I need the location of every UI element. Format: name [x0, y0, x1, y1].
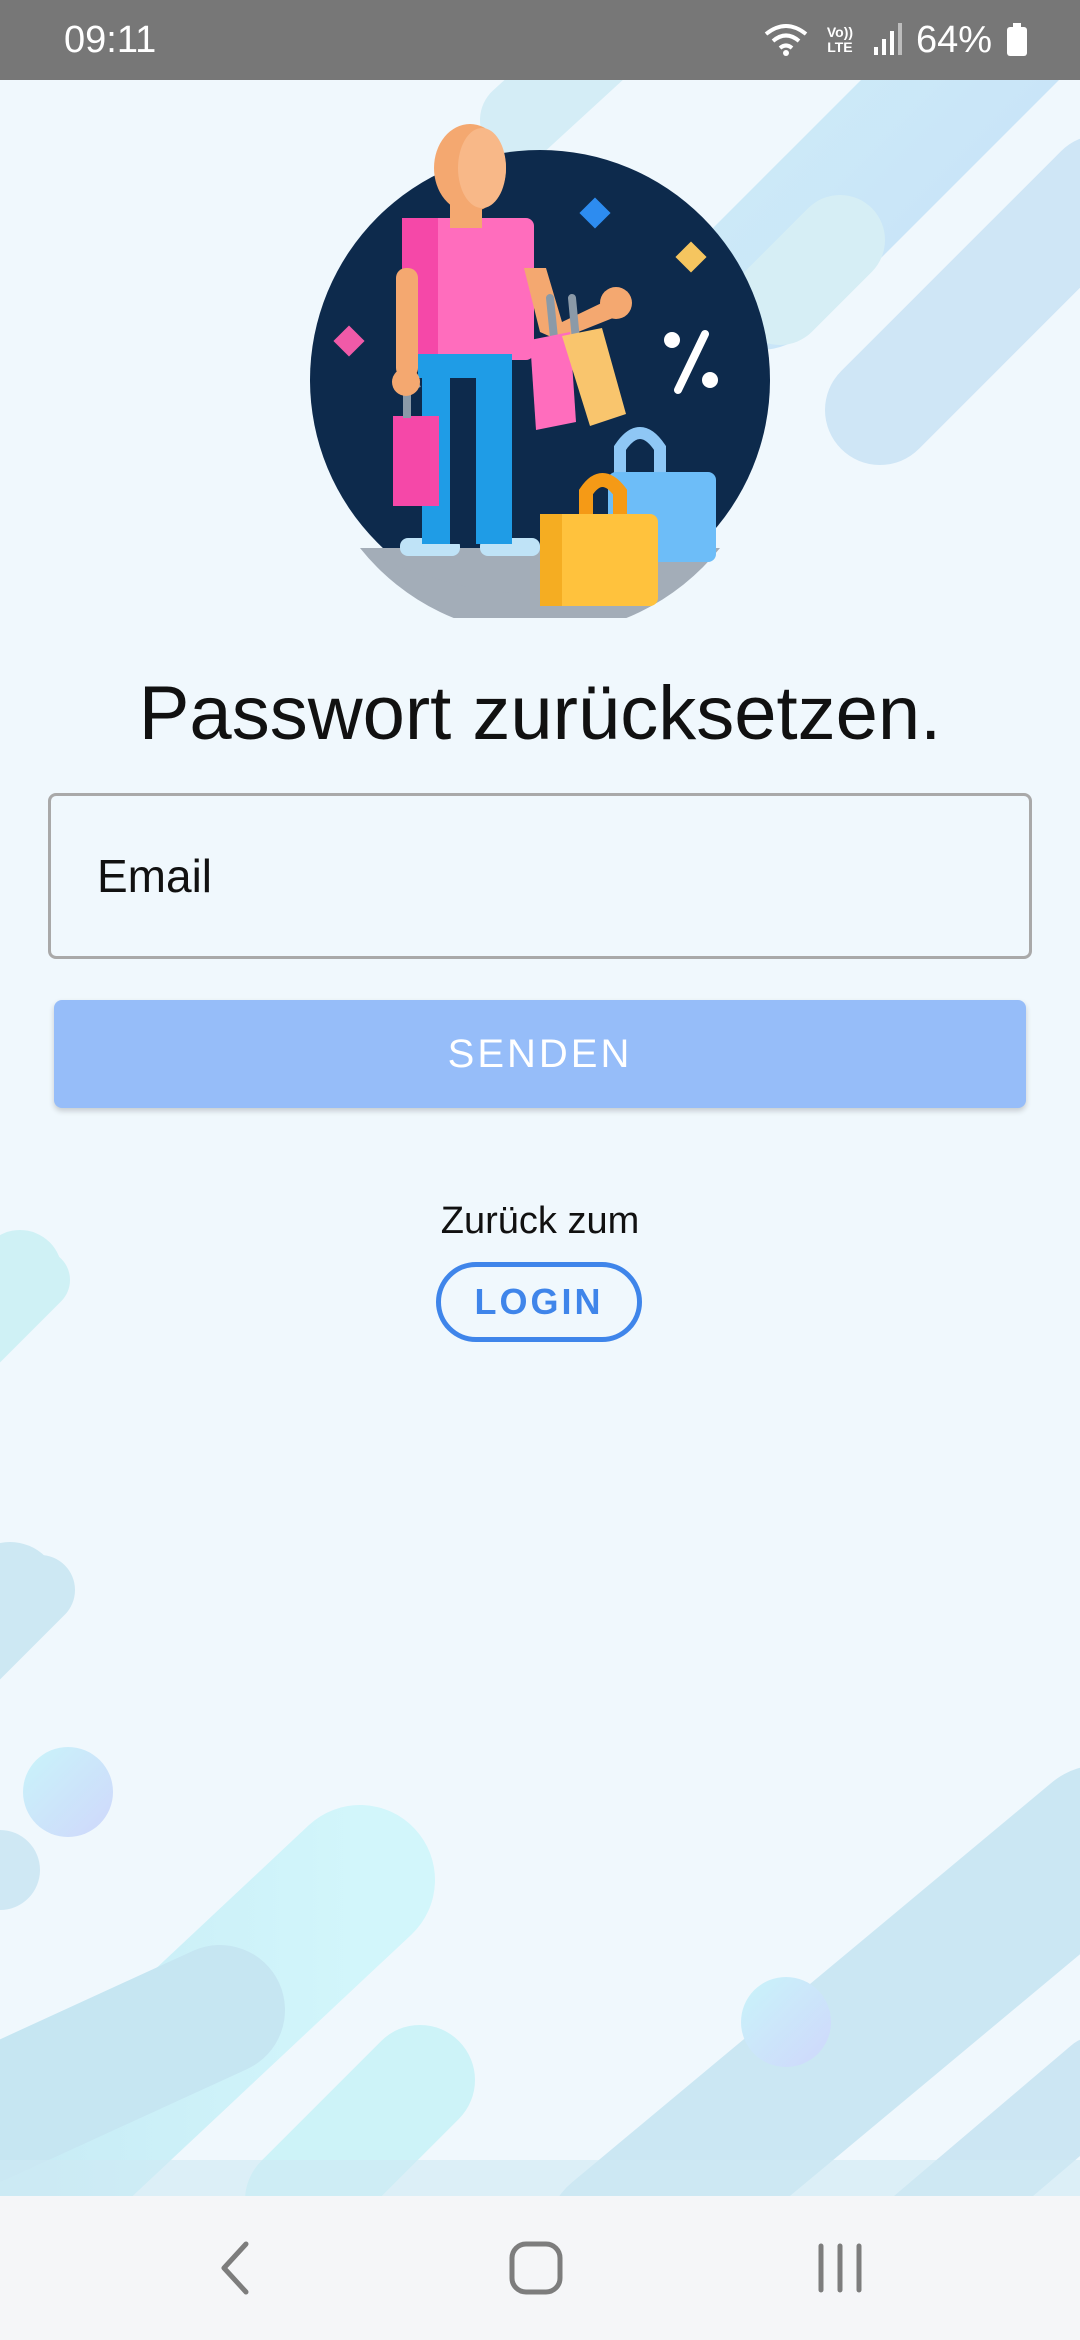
- email-field[interactable]: [48, 793, 1032, 959]
- system-navigation-bar: [0, 2196, 1080, 2340]
- volte-icon: Vo)) LTE: [826, 24, 854, 55]
- nav-back-button[interactable]: [186, 2226, 286, 2310]
- shopping-person-illustration: [310, 124, 770, 618]
- nav-recents-button[interactable]: [790, 2226, 890, 2310]
- signal-icon: [873, 23, 902, 55]
- wifi-icon: [764, 24, 808, 56]
- send-button[interactable]: SENDEN: [54, 1000, 1026, 1108]
- nav-home-button[interactable]: [486, 2226, 586, 2310]
- page-title: Passwort zurücksetzen.: [138, 671, 942, 756]
- battery-percentage: 64%: [915, 18, 992, 61]
- back-icon: [221, 2241, 249, 2295]
- status-bar: 09:11 Vo)) LTE 64%: [0, 0, 1080, 80]
- back-to-login-text: Zurück zum: [440, 1200, 640, 1242]
- status-time: 09:11: [64, 18, 157, 61]
- status-icons: Vo)) LTE 64%: [764, 19, 1028, 62]
- home-icon: [509, 2241, 563, 2295]
- recents-icon: [818, 2243, 862, 2293]
- battery-icon: [1007, 23, 1027, 56]
- login-button[interactable]: LOGIN: [436, 1262, 642, 1342]
